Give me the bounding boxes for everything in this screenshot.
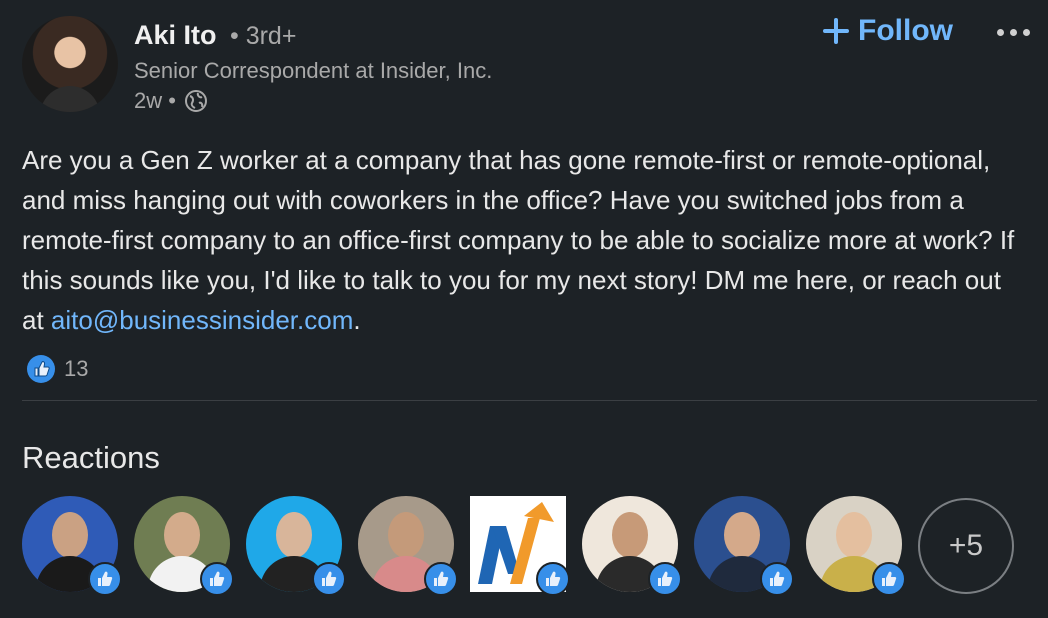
reactor-avatar[interactable] bbox=[582, 496, 682, 596]
like-icon bbox=[27, 355, 55, 383]
reaction-count: 13 bbox=[64, 356, 89, 381]
reactor-avatar[interactable] bbox=[358, 496, 458, 596]
like-icon bbox=[536, 562, 570, 596]
reactor-avatar[interactable] bbox=[806, 496, 906, 596]
like-icon bbox=[200, 562, 234, 596]
reaction-summary[interactable]: 13 bbox=[26, 354, 88, 384]
reactor-logo[interactable] bbox=[470, 496, 570, 596]
follow-button[interactable]: Follow bbox=[822, 14, 953, 48]
avatar-shirt bbox=[40, 86, 100, 112]
like-icon bbox=[312, 562, 346, 596]
face-shape bbox=[388, 512, 424, 558]
post-end: . bbox=[353, 305, 361, 335]
more-options-button[interactable] bbox=[990, 18, 1036, 46]
post-meta: 2w • bbox=[134, 88, 208, 114]
face-shape bbox=[724, 512, 760, 558]
face-shape bbox=[612, 512, 648, 558]
reactions-heading: Reactions bbox=[22, 440, 160, 475]
connection-degree: • 3rd+ bbox=[230, 22, 297, 50]
dot-icon bbox=[1022, 28, 1030, 36]
like-icon bbox=[648, 562, 682, 596]
author-avatar[interactable] bbox=[22, 16, 118, 112]
post-body: Are you a Gen Z worker at a company that… bbox=[22, 140, 1022, 340]
like-icon bbox=[88, 562, 122, 596]
follow-label: Follow bbox=[858, 14, 953, 47]
globe-icon bbox=[184, 90, 207, 112]
face-shape bbox=[52, 512, 88, 558]
reactor-avatar[interactable] bbox=[134, 496, 234, 596]
plus-icon bbox=[823, 18, 849, 44]
face-shape bbox=[276, 512, 312, 558]
face-shape bbox=[164, 512, 200, 558]
like-icon bbox=[760, 562, 794, 596]
post-time: 2w • bbox=[134, 88, 176, 113]
dot-icon bbox=[1009, 28, 1017, 36]
face-shape bbox=[836, 512, 872, 558]
dot-icon bbox=[996, 28, 1004, 36]
email-link[interactable]: aito@businessinsider.com bbox=[51, 305, 353, 335]
reactor-avatar[interactable] bbox=[22, 496, 122, 596]
divider bbox=[22, 400, 1037, 401]
like-icon bbox=[872, 562, 906, 596]
reactor-avatar[interactable] bbox=[246, 496, 346, 596]
author-name[interactable]: Aki Ito bbox=[134, 20, 217, 51]
like-icon bbox=[424, 562, 458, 596]
more-reactions-button[interactable]: +5 bbox=[918, 498, 1014, 594]
reactor-avatar[interactable] bbox=[694, 496, 794, 596]
author-headline: Senior Correspondent at Insider, Inc. bbox=[134, 58, 493, 83]
